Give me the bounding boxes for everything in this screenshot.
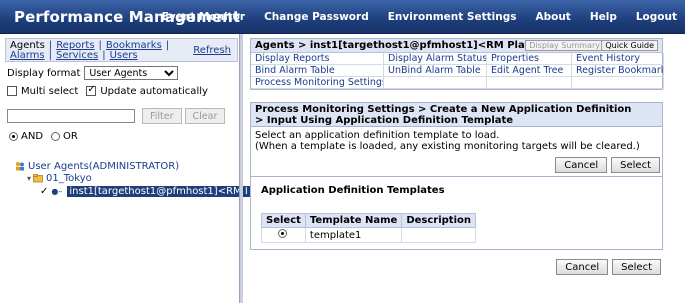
menu-properties[interactable]: Properties xyxy=(491,53,539,64)
tree-group-label: 01_Tokyo xyxy=(46,172,92,184)
template-radio[interactable] xyxy=(278,229,288,238)
menu-bind-alarm-table[interactable]: Bind Alarm Table xyxy=(255,65,335,76)
breadcrumb: Agents > inst1[targethost1@pfmhost1]<RM … xyxy=(255,40,565,51)
tree-agent-label: inst1[targethost1@pfmhost1]<RM I xyxy=(67,185,250,197)
tab-alarms[interactable]: Alarms xyxy=(10,51,45,61)
templates-title: Application Definition Templates xyxy=(261,185,445,196)
templates-table: Select Template Name Description templat… xyxy=(261,213,476,243)
tree-agent-node[interactable]: ✓ ●– inst1[targethost1@pfmhost1]<RM I xyxy=(7,185,250,197)
update-automatically-label: Update automatically xyxy=(100,85,208,97)
display-summary-button[interactable]: Display Summary xyxy=(525,40,604,51)
multi-select-label: Multi select xyxy=(21,85,79,97)
main-panel: Agents > inst1[targethost1@pfmhost1]<RM … xyxy=(250,38,664,275)
section-title: Process Monitoring Settings > Create a N… xyxy=(250,102,663,127)
col-description: Description xyxy=(401,213,476,228)
and-label: AND xyxy=(21,130,44,142)
template-name-cell: template1 xyxy=(304,227,403,243)
template-description-cell xyxy=(401,227,476,243)
tree-root-label: User Agents(ADMINISTRATOR) xyxy=(28,160,180,172)
template-section: Process Monitoring Settings > Create a N… xyxy=(250,102,663,275)
agent-tree: User Agents(ADMINISTRATOR) ▾ 01_Tokyo ✓ … xyxy=(7,160,250,197)
tab-services[interactable]: Services xyxy=(56,51,98,61)
cancel-button-top[interactable]: Cancel xyxy=(555,157,608,173)
display-format-select[interactable]: User Agents xyxy=(84,66,179,80)
update-automatically-checkbox[interactable] xyxy=(86,84,97,96)
menu-edit-agent-tree[interactable]: Edit Agent Tree xyxy=(491,65,563,76)
instruction-line1: Select an application definition templat… xyxy=(255,130,500,141)
nav-change-password[interactable]: Change Password xyxy=(264,11,369,23)
agent-menu-box: Agents > inst1[targethost1@pfmhost1]<RM … xyxy=(250,38,664,90)
agent-status-icon: ●– xyxy=(51,186,63,196)
tree-group-node[interactable]: ▾ 01_Tokyo xyxy=(7,172,236,184)
menu-process-monitoring-settings[interactable]: Process Monitoring Settings xyxy=(255,77,383,88)
nav-about[interactable]: About xyxy=(535,11,570,23)
filter-button[interactable]: Filter xyxy=(142,108,182,124)
table-row[interactable]: template1 xyxy=(261,227,476,243)
refresh-link[interactable]: Refresh xyxy=(193,45,231,56)
or-label: OR xyxy=(63,130,78,142)
agent-menu: Display Reports Display Alarm Status Pro… xyxy=(251,53,664,89)
section-title-line2: > Input Using Application Definition Tem… xyxy=(255,115,514,126)
quick-guide-button[interactable]: Quick Guide xyxy=(601,40,658,51)
nav-help[interactable]: Help xyxy=(590,11,617,23)
left-panel: Agents | Reports | Bookmarks | Alarms | Serv… xyxy=(5,38,250,300)
and-radio[interactable] xyxy=(9,131,18,141)
multi-select-checkbox[interactable] xyxy=(7,86,17,96)
tab-users[interactable]: Users xyxy=(110,51,138,61)
instruction-text: Select an application definition templat… xyxy=(250,127,663,155)
left-tabs: Agents | Reports | Bookmarks | Alarms | Serv… xyxy=(5,38,238,62)
top-nav: Event Monitor Change Password Environmen… xyxy=(143,11,677,23)
menu-display-reports[interactable]: Display Reports xyxy=(255,53,329,64)
section-title-line1: Process Monitoring Settings > Create a N… xyxy=(255,104,632,115)
filter-input[interactable] xyxy=(7,109,135,123)
display-format-label: Display format xyxy=(7,67,81,79)
collapse-arrow-icon[interactable]: ▾ xyxy=(27,174,31,183)
panel-splitter[interactable] xyxy=(239,34,243,303)
folder-icon xyxy=(33,174,43,183)
header-bar: Performance Management Event Monitor Cha… xyxy=(0,0,685,34)
nav-environment-settings[interactable]: Environment Settings xyxy=(388,11,517,23)
menu-unbind-alarm-table[interactable]: UnBind Alarm Table xyxy=(388,65,481,76)
select-button-bottom[interactable]: Select xyxy=(612,259,661,275)
nav-logout[interactable]: Logout xyxy=(636,11,677,23)
check-icon: ✓ xyxy=(40,185,49,197)
col-select: Select xyxy=(261,213,306,228)
select-button-top[interactable]: Select xyxy=(611,157,660,173)
users-icon xyxy=(16,162,24,171)
nav-event-monitor[interactable]: Event Monitor xyxy=(162,11,245,23)
tree-root-node[interactable]: User Agents(ADMINISTRATOR) xyxy=(7,160,236,172)
instruction-line2: (When a template is loaded, any existing… xyxy=(255,141,640,152)
clear-button[interactable]: Clear xyxy=(184,108,226,124)
menu-display-alarm-status[interactable]: Display Alarm Status xyxy=(388,53,486,64)
menu-register-bookmark[interactable]: Register Bookmark xyxy=(576,65,663,76)
templates-box: Application Definition Templates Select … xyxy=(250,176,663,250)
col-template-name: Template Name xyxy=(304,213,403,228)
cancel-button-bottom[interactable]: Cancel xyxy=(556,259,609,275)
or-radio[interactable] xyxy=(51,131,61,141)
menu-event-history[interactable]: Event History xyxy=(576,53,640,64)
